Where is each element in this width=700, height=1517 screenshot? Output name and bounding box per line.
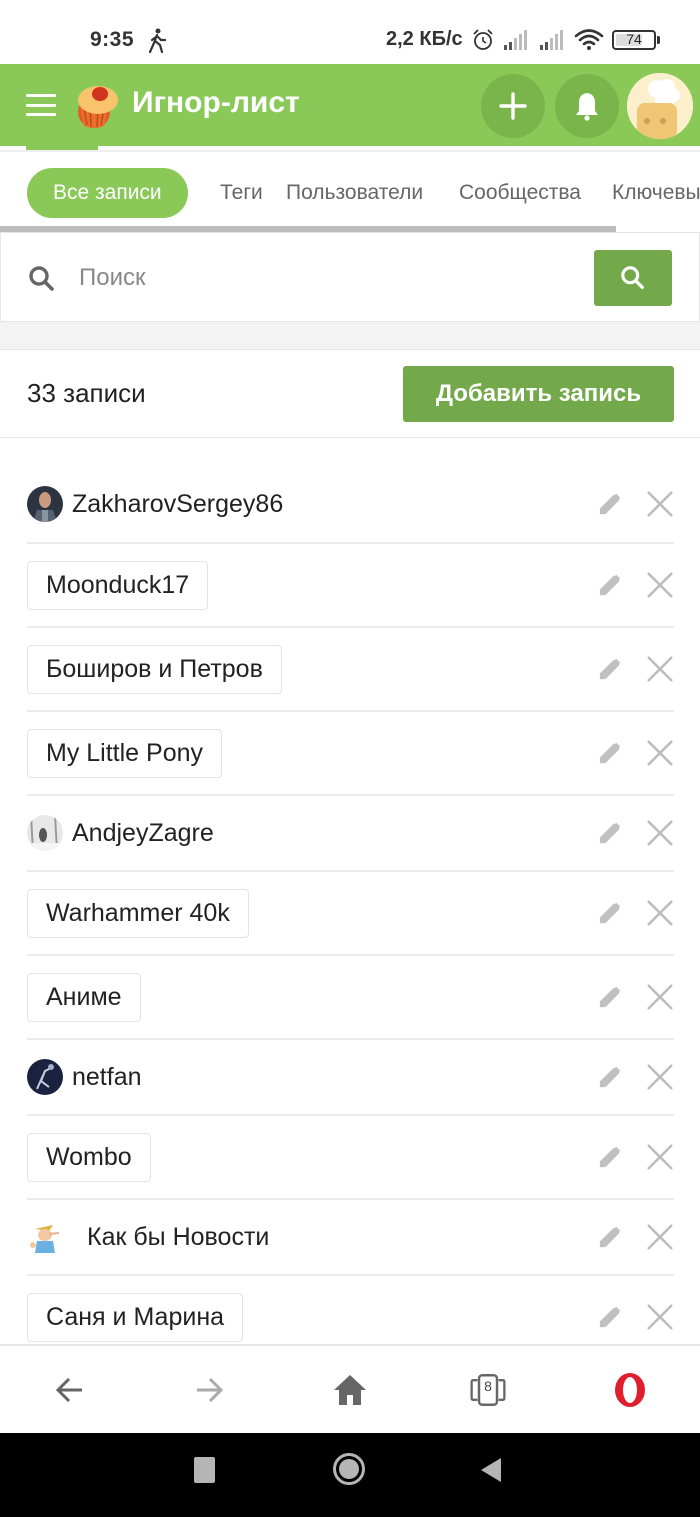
network-speed: 2,2 КБ/с: [386, 28, 463, 50]
add-entry-button[interactable]: Добавить запись: [403, 366, 674, 422]
battery-icon: 74: [612, 30, 660, 50]
pencil-icon[interactable]: [598, 1065, 622, 1089]
close-icon[interactable]: [646, 1223, 674, 1251]
close-icon[interactable]: [646, 739, 674, 767]
pencil-icon[interactable]: [598, 741, 622, 765]
community-avatar: [27, 1219, 63, 1255]
home-button[interactable]: [332, 1372, 368, 1408]
entry-label[interactable]: AndjeyZagre: [72, 819, 214, 848]
close-icon[interactable]: [646, 899, 674, 927]
notifications-button[interactable]: [555, 74, 619, 138]
hamburger-icon[interactable]: [26, 94, 56, 116]
tab-communities[interactable]: Сообщества: [459, 168, 581, 218]
pencil-icon[interactable]: [598, 1225, 622, 1249]
status-time: 9:35: [90, 28, 135, 51]
list-item: AndjeyZagre: [27, 796, 674, 872]
entry-label[interactable]: Как бы Новости: [87, 1223, 269, 1252]
entry-label[interactable]: Moonduck17: [27, 560, 209, 610]
wifi-icon: [574, 29, 604, 50]
recents-icon[interactable]: [194, 1457, 215, 1483]
search-input[interactable]: [79, 255, 579, 301]
pencil-icon[interactable]: [598, 1145, 622, 1169]
entry-label[interactable]: ZakharovSergey86: [72, 490, 283, 519]
back-button[interactable]: [52, 1372, 88, 1408]
bell-icon: [576, 93, 598, 121]
close-icon[interactable]: [646, 571, 674, 599]
list-item: Wombo: [27, 1116, 674, 1200]
forward-button[interactable]: [191, 1372, 227, 1408]
app-header: Игнор-лист: [0, 64, 700, 146]
list-item: ZakharovSergey86: [27, 466, 674, 544]
filter-tabs: Все записи Теги Пользователи Сообщества …: [0, 152, 700, 232]
tab-count: 8: [484, 1378, 492, 1394]
pencil-icon[interactable]: [598, 901, 622, 925]
page-title: Игнор-лист: [132, 86, 300, 119]
list-item: Warhammer 40k: [27, 872, 674, 956]
entry-label[interactable]: My Little Pony: [27, 728, 223, 778]
opera-menu-button[interactable]: [612, 1372, 648, 1408]
tabs-button[interactable]: 8: [470, 1372, 506, 1408]
tab-all-entries[interactable]: Все записи: [27, 168, 188, 218]
summary-bar: 33 записи Добавить запись: [0, 350, 700, 438]
system-navigation-bar: [0, 1433, 700, 1517]
add-button[interactable]: [481, 74, 545, 138]
back-triangle-icon[interactable]: [480, 1457, 502, 1483]
search-icon: [621, 266, 644, 289]
close-icon[interactable]: [646, 490, 674, 518]
entry-count: 33 записи: [27, 378, 146, 408]
close-icon[interactable]: [646, 983, 674, 1011]
list-item: Боширов и Петров: [27, 628, 674, 712]
list-item: netfan: [27, 1040, 674, 1116]
entry-label[interactable]: Саня и Марина: [27, 1292, 244, 1342]
entry-label[interactable]: Боширов и Петров: [27, 644, 282, 694]
entry-label[interactable]: Warhammer 40k: [27, 888, 249, 938]
entry-label[interactable]: Аниме: [27, 972, 141, 1022]
close-icon[interactable]: [646, 1143, 674, 1171]
close-icon[interactable]: [646, 655, 674, 683]
search-panel: [0, 232, 700, 322]
list-item: My Little Pony: [27, 712, 674, 796]
pencil-icon[interactable]: [598, 985, 622, 1009]
pencil-icon[interactable]: [598, 573, 622, 597]
search-button[interactable]: [594, 250, 672, 306]
search-icon: [29, 266, 54, 291]
plus-icon: [499, 92, 527, 120]
opera-menu-icon: [615, 1373, 645, 1407]
list-item: Аниме: [27, 956, 674, 1040]
alarm-icon: [473, 29, 493, 50]
pencil-icon[interactable]: [598, 492, 622, 516]
signal-icon: [540, 30, 563, 50]
close-icon[interactable]: [646, 1063, 674, 1091]
tab-tags[interactable]: Теги: [220, 168, 263, 218]
list-item: Саня и Марина: [27, 1276, 674, 1344]
battery-level: 74: [626, 31, 642, 47]
forward-arrow-icon: [197, 1377, 224, 1403]
user-avatar[interactable]: [627, 73, 693, 139]
signal-icon: [504, 30, 527, 50]
close-icon[interactable]: [646, 1303, 674, 1331]
entry-label[interactable]: Wombo: [27, 1132, 151, 1182]
pencil-icon[interactable]: [598, 657, 622, 681]
walking-icon: [148, 28, 167, 54]
close-icon[interactable]: [646, 819, 674, 847]
avatar: [27, 486, 63, 522]
avatar: [27, 815, 63, 851]
pencil-icon[interactable]: [598, 1305, 622, 1329]
status-bar: 9:35 2,2 КБ/с 74: [0, 0, 700, 64]
section-spacer: [0, 322, 700, 350]
avatar: [27, 1059, 63, 1095]
list-item: Как бы Новости: [27, 1200, 674, 1276]
browser-toolbar: 8: [0, 1344, 700, 1433]
cupcake-logo-icon[interactable]: [70, 80, 122, 130]
ignore-list: ZakharovSergey86 Moonduck17 Боширов и Пе…: [0, 438, 700, 1344]
tab-users[interactable]: Пользователи: [286, 168, 423, 218]
home-circle-icon[interactable]: [333, 1453, 365, 1485]
avatar-image: [627, 73, 693, 139]
pencil-icon[interactable]: [598, 821, 622, 845]
list-item: Moonduck17: [27, 544, 674, 628]
entry-label[interactable]: netfan: [72, 1063, 142, 1092]
tab-keywords[interactable]: Ключевые слова: [612, 168, 700, 218]
back-arrow-icon: [55, 1377, 82, 1403]
home-icon: [334, 1375, 366, 1405]
